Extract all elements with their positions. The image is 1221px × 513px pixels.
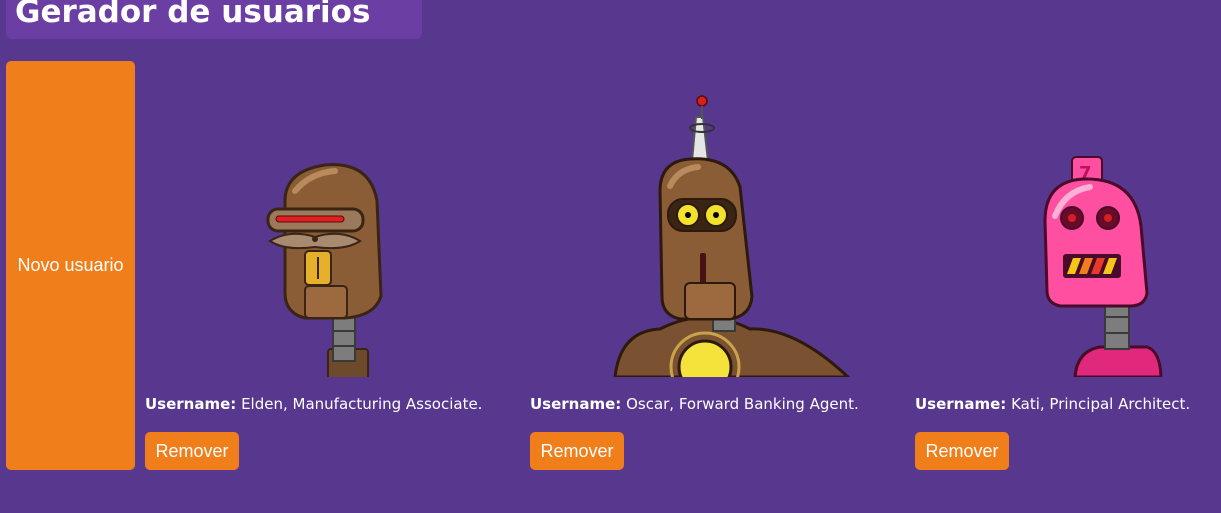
robot-avatar-icon: [530, 61, 870, 377]
user-caption: Username: Kati, Principal Architect.: [915, 395, 1190, 413]
username-label: Username:: [530, 395, 622, 413]
user-card: 7 Username: Kati, Principal Architect. R…: [915, 61, 1221, 481]
username-label: Username:: [915, 395, 1007, 413]
robot-avatar-icon: 7: [915, 61, 1221, 377]
username-label: Username:: [145, 395, 237, 413]
user-description: Oscar, Forward Banking Agent.: [626, 395, 859, 413]
user-description: Elden, Manufacturing Associate.: [241, 395, 483, 413]
header-bar: Gerador de usuarios: [6, 0, 422, 39]
page-title: Gerador de usuarios: [15, 0, 371, 30]
user-card: Username: Oscar, Forward Banking Agent. …: [530, 61, 890, 481]
user-caption: Username: Elden, Manufacturing Associate…: [145, 395, 482, 413]
user-caption: Username: Oscar, Forward Banking Agent.: [530, 395, 859, 413]
user-description: Kati, Principal Architect.: [1011, 395, 1191, 413]
new-user-button[interactable]: Novo usuario: [6, 61, 135, 470]
user-card: Username: Elden, Manufacturing Associate…: [145, 61, 505, 481]
robot-avatar-icon: [145, 61, 485, 377]
remove-button[interactable]: Remover: [145, 432, 239, 470]
remove-button[interactable]: Remover: [530, 432, 624, 470]
remove-button[interactable]: Remover: [915, 432, 1009, 470]
